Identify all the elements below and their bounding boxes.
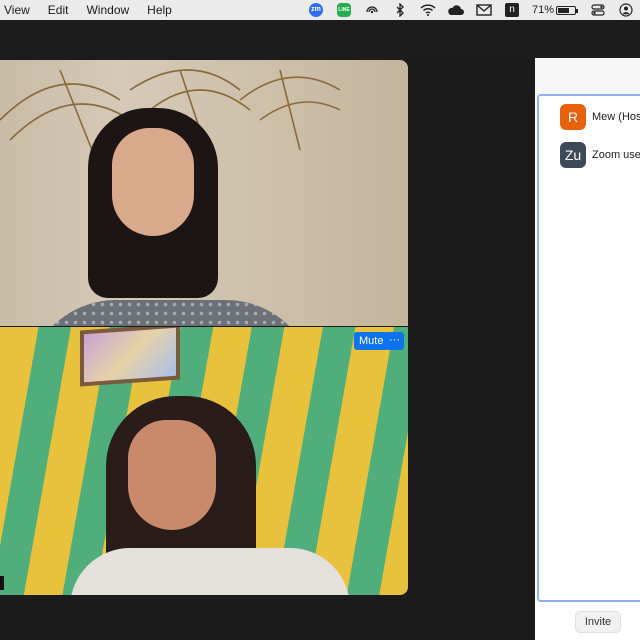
zoom-icon[interactable]: zm	[302, 0, 330, 20]
participant-name: Zoom user	[592, 149, 640, 161]
line-badge-text: LINE	[336, 3, 351, 17]
bluetooth-icon[interactable]	[386, 0, 414, 20]
cloud-icon[interactable]	[442, 0, 470, 20]
menu-window[interactable]: Window	[77, 0, 138, 20]
line-icon[interactable]: LINE	[330, 0, 358, 20]
meeting-toolbar-area	[0, 20, 640, 60]
tile-corner-indicator	[0, 576, 4, 590]
participant-face	[128, 420, 216, 530]
video-tile-host[interactable]	[0, 60, 408, 326]
participant-name: Mew (Host	[592, 111, 640, 123]
avatar: Zu	[560, 142, 586, 168]
more-options-button[interactable]: ···	[385, 332, 404, 350]
participant-body	[70, 548, 350, 595]
wifi-icon[interactable]	[414, 0, 442, 20]
menu-view[interactable]: View	[0, 0, 39, 20]
video-tile-participant[interactable]	[0, 327, 408, 595]
airdrop-icon[interactable]	[358, 0, 386, 20]
notion-icon[interactable]: n	[498, 0, 526, 20]
participant-row-host[interactable]: R Mew (Host	[560, 104, 640, 130]
zoom-badge-text: zm	[308, 3, 323, 17]
menu-bar: View Edit Window Help zm LINE n 71%	[0, 0, 640, 20]
participants-list: R Mew (Host Zu Zoom user	[537, 94, 640, 602]
host-shirt-pattern	[26, 300, 316, 326]
control-center-icon[interactable]	[584, 0, 612, 20]
n-badge-text: n	[504, 3, 519, 17]
mail-icon[interactable]	[470, 0, 498, 20]
participants-panel-header	[535, 58, 640, 94]
participants-panel: R Mew (Host Zu Zoom user Invite	[535, 58, 640, 640]
menu-edit[interactable]: Edit	[39, 0, 78, 20]
user-icon[interactable]	[612, 0, 640, 20]
battery-percent: 71%	[531, 4, 554, 16]
invite-button[interactable]: Invite	[575, 611, 621, 633]
battery-icon[interactable]	[556, 5, 578, 15]
wall-picture-frame	[80, 327, 180, 387]
host-face	[112, 128, 194, 236]
avatar: R	[560, 104, 586, 130]
mute-participant-button[interactable]: Mute	[354, 332, 389, 350]
battery-level-fill	[558, 7, 570, 13]
menu-help[interactable]: Help	[138, 0, 181, 20]
status-bar: zm LINE n 71%	[302, 0, 640, 20]
participant-row-zoom-user[interactable]: Zu Zoom user	[560, 142, 640, 168]
